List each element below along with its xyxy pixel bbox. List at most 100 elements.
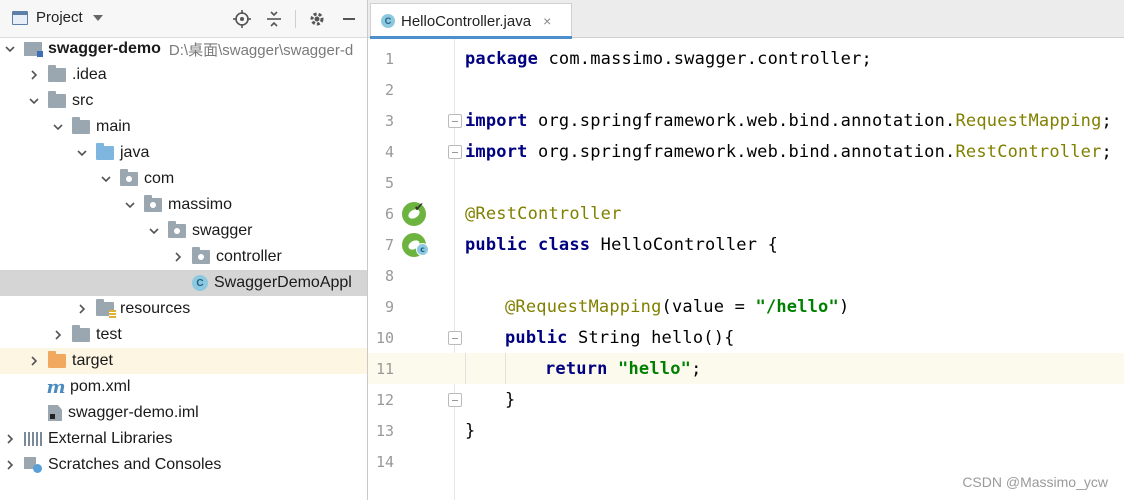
tree-item-label: java <box>120 144 150 161</box>
code-line-current[interactable]: 11 return "hello"; <box>368 353 1124 384</box>
tree-item-swagger[interactable]: swagger <box>0 218 367 244</box>
code-line[interactable]: 7 c public class HelloController { <box>368 229 1124 260</box>
tree-item-idea[interactable]: .idea <box>0 62 367 88</box>
chevron-right-icon[interactable] <box>172 251 184 263</box>
code-text: } <box>505 389 516 410</box>
chevron-down-icon[interactable] <box>76 147 88 159</box>
tree-item-pom-xml[interactable]: m pom.xml <box>0 374 367 400</box>
tree-item-label: com <box>144 170 175 187</box>
chevron-down-icon[interactable] <box>124 199 136 211</box>
chevron-down-icon[interactable] <box>148 225 160 237</box>
locate-icon[interactable] <box>231 8 253 30</box>
code-text: import org.springframework.web.bind.anno… <box>465 110 1112 131</box>
code-line[interactable]: 13 } <box>368 415 1124 446</box>
tree-item-iml[interactable]: swagger-demo.iml <box>0 400 367 426</box>
code-line[interactable]: 2 <box>368 74 1124 105</box>
check-icon: ✔ <box>414 200 425 214</box>
project-panel: Project swagger-demo D:\桌面\swagger\swagg… <box>0 0 368 500</box>
chevron-right-icon[interactable] <box>4 433 16 445</box>
folder-icon <box>72 117 90 134</box>
tree-item-controller[interactable]: controller <box>0 244 367 270</box>
folder-icon <box>48 91 66 108</box>
tree-item-label: pom.xml <box>70 378 131 395</box>
line-number: 8 <box>384 266 394 285</box>
tree-item-src[interactable]: src <box>0 88 367 114</box>
toolbar-divider <box>295 10 296 28</box>
line-number: 12 <box>375 390 394 409</box>
tree-item-external-libraries[interactable]: External Libraries <box>0 426 367 452</box>
tree-item-java[interactable]: java <box>0 140 367 166</box>
spring-class-icon: C <box>192 275 208 291</box>
code-text: } <box>465 420 476 441</box>
code-line[interactable]: 6 ✔ @RestController <box>368 198 1124 229</box>
line-number: 4 <box>384 142 394 161</box>
tree-item-label: target <box>72 352 113 369</box>
line-number: 9 <box>384 297 394 316</box>
chevron-right-icon[interactable] <box>76 303 88 315</box>
chevron-right-icon[interactable] <box>4 459 16 471</box>
package-icon <box>168 221 186 238</box>
code-line[interactable]: 4 import org.springframework.web.bind.an… <box>368 136 1124 167</box>
tab-hello-controller[interactable]: C HelloController.java × <box>370 3 572 38</box>
indent-guide <box>465 353 466 384</box>
chevron-down-icon[interactable] <box>52 121 64 133</box>
chevron-down-icon <box>92 14 103 21</box>
chevron-right-icon[interactable] <box>52 329 64 341</box>
tree-item-label: Scratches and Consoles <box>48 456 222 473</box>
watermark: CSDN @Massimo_ycw <box>962 474 1108 490</box>
chevron-right-icon[interactable] <box>28 69 40 81</box>
close-icon[interactable]: × <box>543 13 551 29</box>
resources-folder-icon <box>96 299 116 318</box>
tree-item-resources[interactable]: resources <box>0 296 367 322</box>
line-number: 7 <box>384 235 394 254</box>
tree-item-massimo[interactable]: massimo <box>0 192 367 218</box>
project-panel-title: Project <box>36 9 83 26</box>
tree-item-label: test <box>96 326 122 343</box>
fold-marker-icon[interactable] <box>448 144 462 159</box>
line-number: 3 <box>384 111 394 130</box>
tree-item-scratches[interactable]: Scratches and Consoles <box>0 452 367 478</box>
tree-item-test[interactable]: test <box>0 322 367 348</box>
chevron-down-icon[interactable] <box>4 43 16 55</box>
line-number: 6 <box>384 204 394 223</box>
class-icon: C <box>381 14 395 28</box>
code-line[interactable]: 5 <box>368 167 1124 198</box>
chevron-right-icon[interactable] <box>28 355 40 367</box>
module-path: D:\桌面\swagger\swagger-d <box>168 41 354 59</box>
gear-icon[interactable] <box>306 8 328 30</box>
indent-guide <box>505 353 506 384</box>
fold-marker-icon[interactable] <box>448 392 462 407</box>
code-line[interactable]: 1 package com.massimo.swagger.controller… <box>368 43 1124 74</box>
project-panel-header: Project <box>0 0 367 38</box>
collapse-all-icon[interactable] <box>263 8 285 30</box>
fold-marker-icon[interactable] <box>448 113 462 128</box>
code-line[interactable]: 3 import org.springframework.web.bind.an… <box>368 105 1124 136</box>
tree-item-target[interactable]: target <box>0 348 367 374</box>
module-icon <box>24 42 43 57</box>
tree-item-label: massimo <box>168 196 233 213</box>
tree-item-label: swagger-demo <box>48 40 161 57</box>
tree-item-label: External Libraries <box>48 430 173 447</box>
tree-item-swagger-demo-application[interactable]: C SwaggerDemoAppl <box>0 270 367 296</box>
chevron-down-icon[interactable] <box>28 95 40 107</box>
package-icon <box>120 169 138 186</box>
tree-item-main[interactable]: main <box>0 114 367 140</box>
code-line[interactable]: 12 } <box>368 384 1124 415</box>
iml-file-icon <box>48 405 62 421</box>
tree-item-label: main <box>96 118 131 135</box>
tree-item-swagger-demo[interactable]: swagger-demo D:\桌面\swagger\swagger-d <box>0 36 367 62</box>
scratches-icon <box>24 457 42 473</box>
fold-marker-icon[interactable] <box>448 330 462 345</box>
code-line[interactable]: 9 @RequestMapping(value = "/hello") <box>368 291 1124 322</box>
code-line[interactable]: 8 <box>368 260 1124 291</box>
code-editor: C HelloController.java × 1 package com.m… <box>368 0 1124 500</box>
chevron-down-icon[interactable] <box>100 173 112 185</box>
code-line[interactable]: 14 <box>368 446 1124 477</box>
package-icon <box>144 195 162 212</box>
tree-item-com[interactable]: com <box>0 166 367 192</box>
project-view-selector[interactable]: Project <box>12 9 103 26</box>
code-area[interactable]: 1 package com.massimo.swagger.controller… <box>368 39 1124 500</box>
code-line[interactable]: 10 public String hello(){ <box>368 322 1124 353</box>
code-text: @RestController <box>465 203 622 224</box>
minimize-icon[interactable] <box>338 8 360 30</box>
